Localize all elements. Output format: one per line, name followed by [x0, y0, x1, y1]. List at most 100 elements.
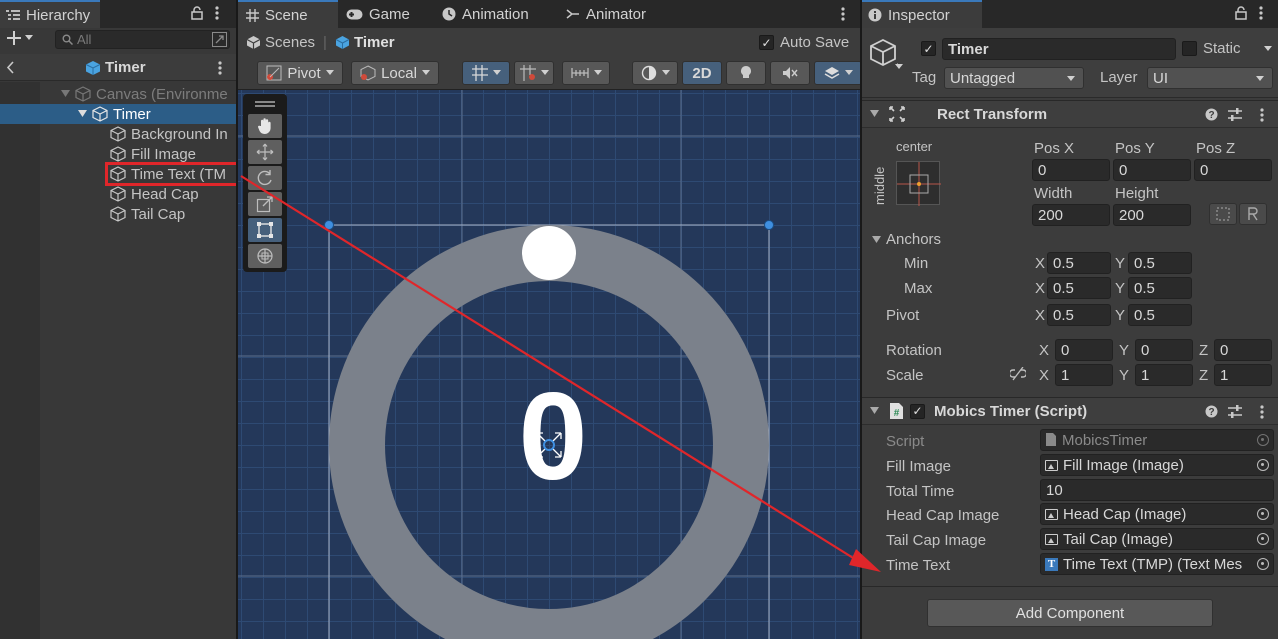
script-component-header[interactable]: # ✓ Mobics Timer (Script) ? [862, 397, 1278, 425]
breadcrumb-timer[interactable]: Timer [335, 34, 395, 51]
scene-kebab-icon[interactable] [218, 60, 222, 76]
active-checkbox[interactable]: ✓ [921, 41, 936, 56]
audio-toggle[interactable] [770, 61, 810, 85]
shading-mode-dropdown[interactable] [632, 61, 678, 85]
rect-tool-button[interactable] [248, 218, 282, 242]
breadcrumb-scenes[interactable]: Scenes [246, 34, 315, 51]
head-cap-field[interactable]: Head Cap (Image) [1040, 503, 1274, 525]
scale-x-field[interactable]: 1 [1055, 364, 1113, 386]
object-picker-icon[interactable] [1257, 459, 1269, 471]
transform-tool-panel [243, 94, 287, 272]
gameobject-icon[interactable] [870, 38, 898, 68]
transform-tool-button[interactable] [248, 244, 282, 268]
hierarchy-search-input[interactable]: All [55, 30, 230, 49]
hierarchy-tab[interactable]: Hierarchy [0, 0, 101, 28]
time-text-field[interactable]: T Time Text (TMP) (Text Mes [1040, 553, 1274, 575]
rotate-tool-button[interactable] [248, 166, 282, 190]
pos-z-field[interactable]: 0 [1194, 159, 1272, 181]
inspector-tab[interactable]: Inspector [862, 0, 982, 28]
lighting-toggle[interactable] [726, 61, 766, 85]
lock-icon[interactable] [1235, 6, 1247, 20]
scale-y-field[interactable]: 1 [1135, 364, 1193, 386]
auto-save-toggle[interactable]: ✓ Auto Save [759, 34, 849, 51]
tail-cap-field[interactable]: Tail Cap (Image) [1040, 528, 1274, 550]
lock-icon[interactable] [191, 6, 203, 20]
fill-image-field[interactable]: Fill Image (Image) [1040, 454, 1274, 476]
pos-x-field[interactable]: 0 [1032, 159, 1110, 181]
scene-viewport[interactable]: 0 [238, 90, 860, 639]
anchors-expand-arrow[interactable] [872, 236, 881, 244]
panel-splitter[interactable] [860, 0, 862, 639]
kebab-menu-icon[interactable] [1259, 5, 1263, 21]
space-dropdown[interactable]: Local [351, 61, 439, 85]
object-name-field[interactable]: Timer [942, 38, 1176, 60]
tag-dropdown[interactable]: Untagged [944, 67, 1084, 89]
auto-save-checkbox[interactable]: ✓ [759, 35, 774, 50]
script-enabled-checkbox[interactable]: ✓ [910, 403, 925, 419]
static-checkbox[interactable] [1182, 41, 1197, 56]
blueprint-icon [1216, 207, 1230, 221]
hierarchy-item-fill-image[interactable]: Fill Image [0, 144, 236, 164]
scene-kebab-icon[interactable] [841, 6, 845, 22]
object-picker-icon[interactable] [1257, 508, 1269, 520]
increment-snap-dropdown[interactable] [514, 61, 554, 85]
rotation-z-field[interactable]: 0 [1214, 339, 1272, 361]
pivot-y-field[interactable]: 0.5 [1128, 304, 1192, 326]
add-component-button[interactable]: Add Component [927, 599, 1213, 627]
scale-tool-button[interactable] [248, 192, 282, 216]
grid-hash-icon [246, 8, 259, 22]
pivot-anchor-gizmo[interactable] [532, 428, 566, 462]
pivot-dropdown[interactable]: Pivot [257, 61, 343, 85]
prefab-cube-icon [335, 35, 350, 49]
tab-animation[interactable]: Animation [434, 0, 537, 28]
create-add-button[interactable] [7, 31, 33, 45]
rotation-x-field[interactable]: 0 [1055, 339, 1113, 361]
anchor-max-x-field[interactable]: 0.5 [1047, 277, 1111, 299]
search-filter-icon[interactable] [212, 32, 227, 47]
raw-edit-button[interactable] [1239, 203, 1267, 225]
constrain-proportions-icon[interactable] [1010, 367, 1026, 381]
icon-dropdown-arrow[interactable] [895, 64, 903, 70]
grid-snap-dropdown[interactable] [462, 61, 510, 85]
hierarchy-item-head-cap[interactable]: Head Cap [0, 184, 236, 204]
hierarchy-item-tail-cap[interactable]: Tail Cap [0, 204, 236, 224]
object-name-value: Timer [948, 40, 989, 58]
pivot-label: Pivot [287, 64, 321, 82]
anchor-min-x-field[interactable]: 0.5 [1047, 252, 1111, 274]
tab-game[interactable]: Game [338, 0, 418, 28]
chevron-down-icon [25, 35, 33, 40]
pivot-x-field[interactable]: 0.5 [1047, 304, 1111, 326]
hierarchy-item-timer[interactable]: Timer [0, 104, 236, 124]
panel-splitter[interactable] [236, 0, 238, 639]
move-tool-button[interactable] [248, 140, 282, 164]
rotation-y-field[interactable]: 0 [1135, 339, 1193, 361]
scale-x-value: 1 [1061, 366, 1070, 384]
blueprint-mode-button[interactable] [1209, 203, 1237, 225]
2d-mode-toggle[interactable]: 2D [682, 61, 722, 85]
layer-dropdown[interactable]: UI [1147, 67, 1273, 89]
scale-z-field[interactable]: 1 [1214, 364, 1272, 386]
hierarchy-item-canvas[interactable]: Canvas (Environme [0, 84, 236, 104]
height-field[interactable]: 200 [1113, 204, 1191, 226]
kebab-menu-icon[interactable] [215, 5, 219, 21]
pos-y-field[interactable]: 0 [1113, 159, 1191, 181]
rect-transform-header[interactable]: Rect Transform ? [862, 100, 1278, 128]
width-field[interactable]: 200 [1032, 204, 1110, 226]
effects-dropdown[interactable] [814, 61, 860, 85]
static-dropdown-arrow[interactable] [1264, 46, 1272, 52]
panel-drag-handle[interactable] [255, 101, 275, 103]
back-chevron-icon[interactable] [6, 61, 14, 74]
width-label: Width [1034, 185, 1073, 202]
snap-settings-dropdown[interactable] [562, 61, 610, 85]
tab-animator[interactable]: Animator [558, 0, 654, 28]
hand-tool-button[interactable] [248, 114, 282, 138]
anchor-max-y-field[interactable]: 0.5 [1128, 277, 1192, 299]
hierarchy-item-background[interactable]: Background In [0, 124, 236, 144]
object-picker-icon[interactable] [1257, 533, 1269, 545]
anchor-preset-button[interactable] [896, 161, 941, 206]
total-time-field[interactable]: 10 [1040, 479, 1274, 501]
anchor-min-y-field[interactable]: 0.5 [1128, 252, 1192, 274]
rect-handle [764, 220, 774, 230]
object-picker-icon[interactable] [1257, 558, 1269, 570]
tab-scene[interactable]: Scene [238, 0, 338, 28]
